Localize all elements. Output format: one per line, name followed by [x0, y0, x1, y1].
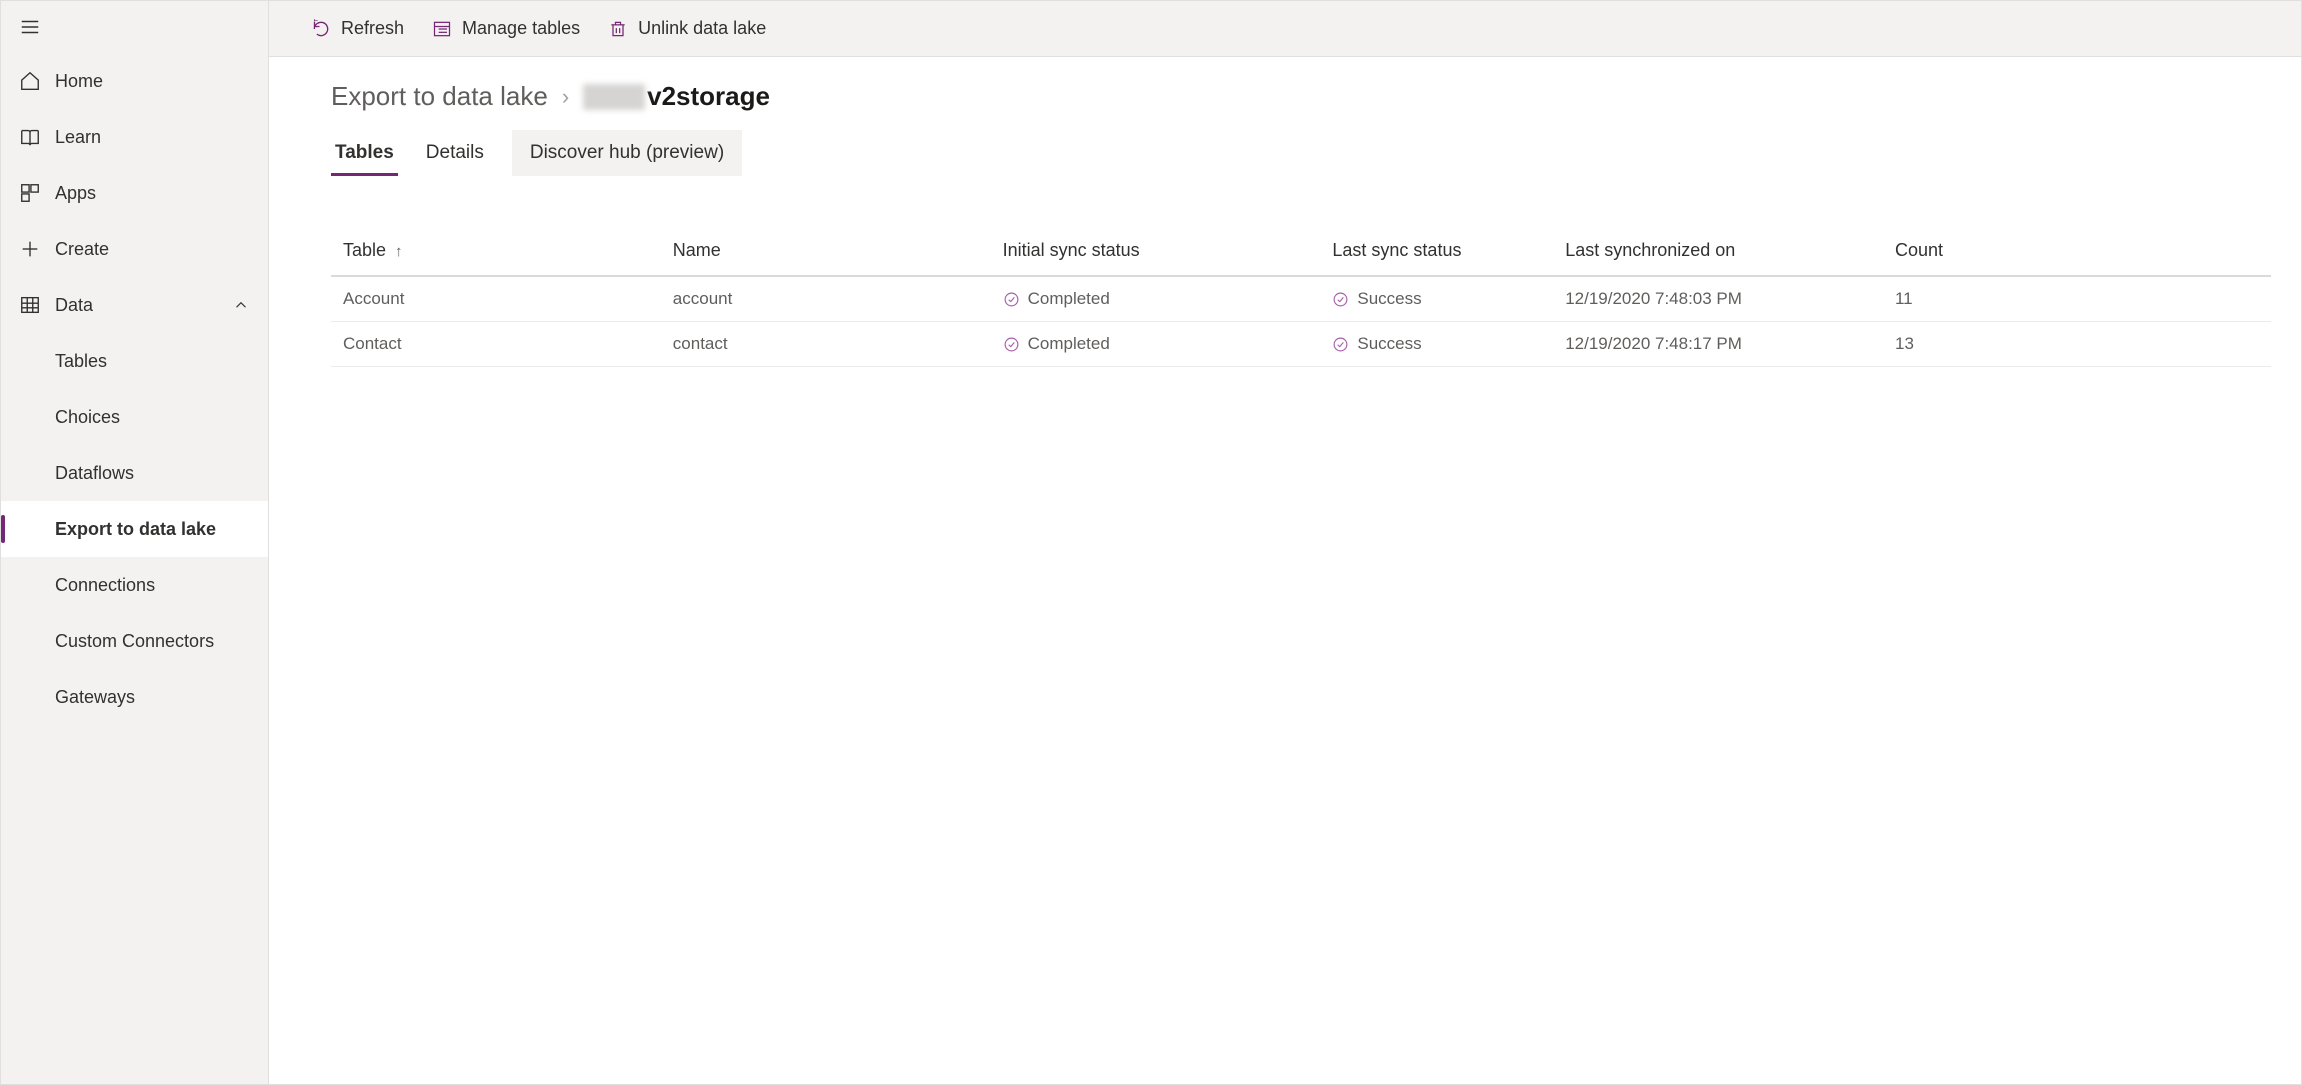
sidebar-item-label: Dataflows	[55, 463, 134, 484]
sidebar-item-label: Custom Connectors	[55, 631, 214, 652]
table-icon	[432, 19, 452, 39]
sidebar-item-data[interactable]: Data	[1, 277, 268, 333]
header-label: Initial sync status	[1003, 240, 1140, 260]
tab-list: Tables Details Discover hub (preview)	[331, 130, 2301, 176]
check-circle-icon	[1003, 336, 1020, 353]
sidebar-item-gateways[interactable]: Gateways	[1, 669, 268, 725]
sidebar-item-export-to-data-lake[interactable]: Export to data lake	[1, 501, 268, 557]
sort-ascending-icon: ↑	[395, 243, 403, 260]
tab-discover-hub[interactable]: Discover hub (preview)	[512, 130, 742, 176]
sidebar-item-label: Home	[55, 71, 103, 92]
sidebar-item-choices[interactable]: Choices	[1, 389, 268, 445]
column-header-table[interactable]: Table ↑	[331, 226, 661, 276]
cell-name: contact	[661, 322, 991, 367]
linked-tables-grid: Table ↑ Name Initial sync status Last sy…	[331, 226, 2271, 367]
header-label: Last sync status	[1332, 240, 1461, 260]
breadcrumb-current-label: v2storage	[647, 81, 770, 112]
cell-table: Contact	[331, 322, 661, 367]
table-row[interactable]: Account account Completed	[331, 276, 2271, 322]
cell-initial-sync: Completed	[991, 276, 1321, 322]
button-label: Unlink data lake	[638, 18, 766, 39]
redacted-text	[583, 84, 645, 110]
check-circle-icon	[1332, 291, 1349, 308]
sidebar-item-label: Connections	[55, 575, 155, 596]
command-bar: Refresh Manage tables Unlink data lake	[269, 1, 2301, 57]
sidebar-item-home[interactable]: Home	[1, 53, 268, 109]
cell-name: account	[661, 276, 991, 322]
grid-icon	[19, 294, 41, 316]
book-icon	[19, 126, 41, 148]
column-header-last-sync[interactable]: Last sync status	[1320, 226, 1553, 276]
manage-tables-button[interactable]: Manage tables	[428, 12, 584, 45]
sidebar-item-tables[interactable]: Tables	[1, 333, 268, 389]
status-text: Completed	[1028, 334, 1110, 354]
cell-table: Account	[331, 276, 661, 322]
breadcrumb-parent[interactable]: Export to data lake	[331, 81, 548, 112]
sidebar-item-dataflows[interactable]: Dataflows	[1, 445, 268, 501]
column-header-last-synchronized[interactable]: Last synchronized on	[1553, 226, 1883, 276]
cell-last-sync: Success	[1320, 276, 1553, 322]
header-label: Name	[673, 240, 721, 260]
chevron-right-icon: ›	[562, 84, 569, 110]
apps-icon	[19, 182, 41, 204]
trash-icon	[608, 19, 628, 39]
plus-icon	[19, 238, 41, 260]
status-text: Success	[1357, 334, 1421, 354]
header-label: Last synchronized on	[1565, 240, 1735, 260]
breadcrumb: Export to data lake › v2storage	[331, 81, 2301, 112]
home-icon	[19, 70, 41, 92]
status-text: Success	[1357, 289, 1421, 309]
sidebar-item-label: Data	[55, 295, 93, 316]
hamburger-button[interactable]	[1, 5, 268, 53]
breadcrumb-current: v2storage	[583, 81, 770, 112]
tab-label: Tables	[335, 142, 394, 163]
unlink-data-lake-button[interactable]: Unlink data lake	[604, 12, 770, 45]
header-label: Table	[343, 240, 386, 260]
status-text: Completed	[1028, 289, 1110, 309]
sidebar-item-label: Gateways	[55, 687, 135, 708]
main-content: Refresh Manage tables Unlink data lake E…	[269, 1, 2301, 1084]
sidebar: Home Learn Apps Create Data	[1, 1, 269, 1084]
check-circle-icon	[1003, 291, 1020, 308]
table-row[interactable]: Contact contact Completed	[331, 322, 2271, 367]
sidebar-item-label: Create	[55, 239, 109, 260]
tab-details[interactable]: Details	[422, 132, 488, 176]
sidebar-item-label: Export to data lake	[55, 519, 216, 540]
column-header-name[interactable]: Name	[661, 226, 991, 276]
cell-last-sync: Success	[1320, 322, 1553, 367]
column-header-initial-sync[interactable]: Initial sync status	[991, 226, 1321, 276]
button-label: Refresh	[341, 18, 404, 39]
cell-count: 13	[1883, 322, 2271, 367]
sidebar-item-label: Choices	[55, 407, 120, 428]
sidebar-item-custom-connectors[interactable]: Custom Connectors	[1, 613, 268, 669]
refresh-icon	[311, 19, 331, 39]
chevron-up-icon	[232, 296, 250, 314]
cell-last-synchronized: 12/19/2020 7:48:03 PM	[1553, 276, 1883, 322]
header-label: Count	[1895, 240, 1943, 260]
sidebar-item-apps[interactable]: Apps	[1, 165, 268, 221]
tab-tables[interactable]: Tables	[331, 132, 398, 176]
column-header-count[interactable]: Count	[1883, 226, 2271, 276]
sidebar-item-label: Apps	[55, 183, 96, 204]
cell-count: 11	[1883, 276, 2271, 322]
sidebar-item-label: Learn	[55, 127, 101, 148]
sidebar-item-learn[interactable]: Learn	[1, 109, 268, 165]
tab-label: Discover hub (preview)	[530, 142, 724, 163]
refresh-button[interactable]: Refresh	[307, 12, 408, 45]
tab-label: Details	[426, 142, 484, 163]
sidebar-item-label: Tables	[55, 351, 107, 372]
check-circle-icon	[1332, 336, 1349, 353]
cell-initial-sync: Completed	[991, 322, 1321, 367]
sidebar-item-connections[interactable]: Connections	[1, 557, 268, 613]
cell-last-synchronized: 12/19/2020 7:48:17 PM	[1553, 322, 1883, 367]
hamburger-icon	[19, 16, 41, 43]
button-label: Manage tables	[462, 18, 580, 39]
sidebar-item-create[interactable]: Create	[1, 221, 268, 277]
table-header-row: Table ↑ Name Initial sync status Last sy…	[331, 226, 2271, 276]
